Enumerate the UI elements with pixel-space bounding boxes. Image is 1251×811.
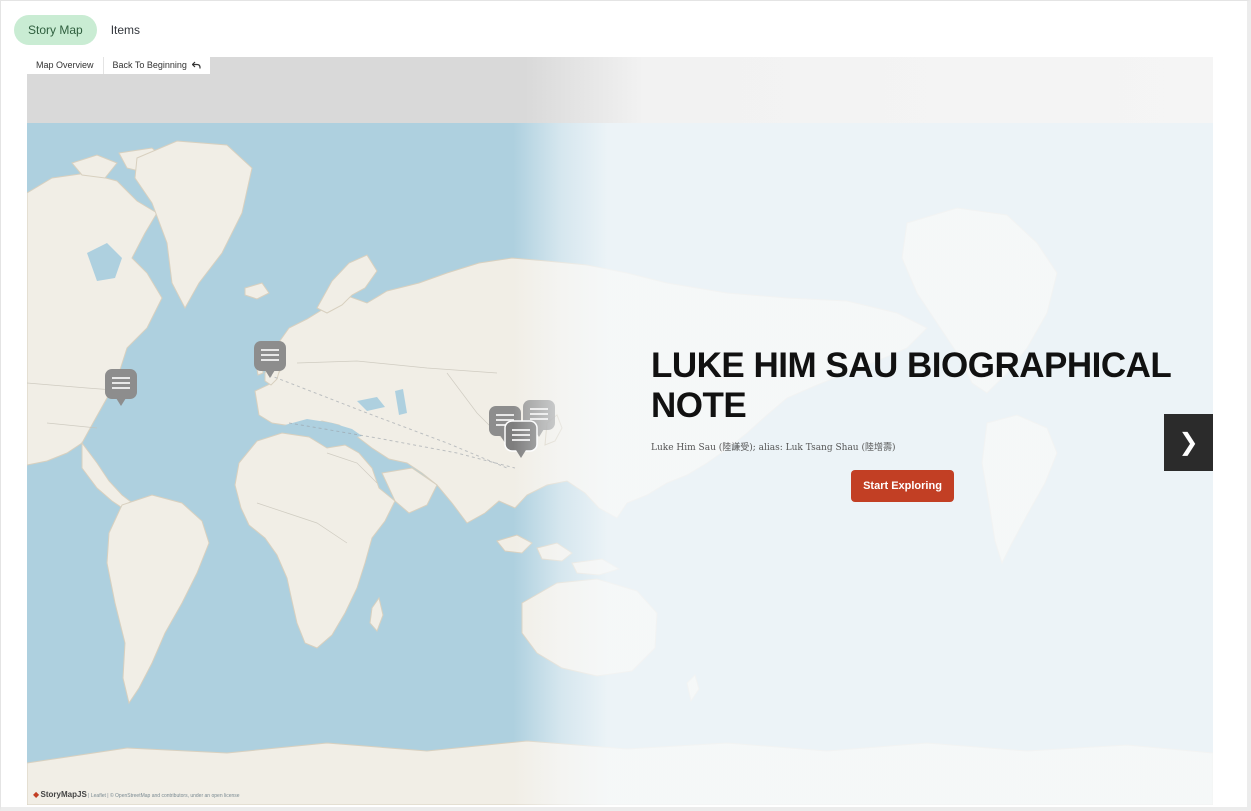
storymapjs-logo-icon: ◆ — [33, 790, 40, 799]
attribution-text: | Leaflet | © OpenStreetMap and contribu… — [88, 793, 240, 799]
slide-subtitle: Luke Him Sau (陸謙受); alias: Luk Tsang Sha… — [651, 443, 896, 453]
tab-story-map[interactable]: Story Map — [14, 15, 97, 45]
tab-bar: Story Map Items — [14, 15, 154, 45]
next-slide-button[interactable]: ❯ — [1164, 414, 1213, 471]
start-exploring-button[interactable]: Start Exploring — [851, 470, 954, 502]
back-to-beginning-label: Back To Beginning — [112, 60, 187, 70]
marker-icon[interactable] — [104, 368, 138, 408]
map-attribution: ◆ StoryMapJS | Leaflet | © OpenStreetMap… — [33, 790, 240, 799]
tab-items[interactable]: Items — [97, 15, 154, 45]
slide-title: LUKE HIM SAU BIOGRAPHICAL NOTE — [651, 346, 1171, 425]
map-overview-button[interactable]: Map Overview — [27, 57, 103, 74]
marker-icon-active[interactable] — [504, 420, 538, 460]
chevron-right-icon: ❯ — [1178, 428, 1199, 456]
back-to-beginning-button[interactable]: Back To Beginning — [102, 57, 211, 74]
marker-icon[interactable] — [253, 340, 287, 380]
world-map-basemap — [27, 140, 1213, 805]
undo-arrow-icon — [192, 61, 202, 69]
world-map[interactable]: ◆ StoryMapJS | Leaflet | © OpenStreetMap… — [27, 123, 1213, 805]
menu-buttons: Map Overview Back To Beginning — [27, 57, 211, 74]
storymap-menubar: Map Overview Back To Beginning — [27, 57, 1213, 123]
attribution-brand[interactable]: StoryMapJS — [41, 790, 87, 799]
storymap-viewer: Map Overview Back To Beginning ◆ StoryMa… — [27, 57, 1213, 805]
